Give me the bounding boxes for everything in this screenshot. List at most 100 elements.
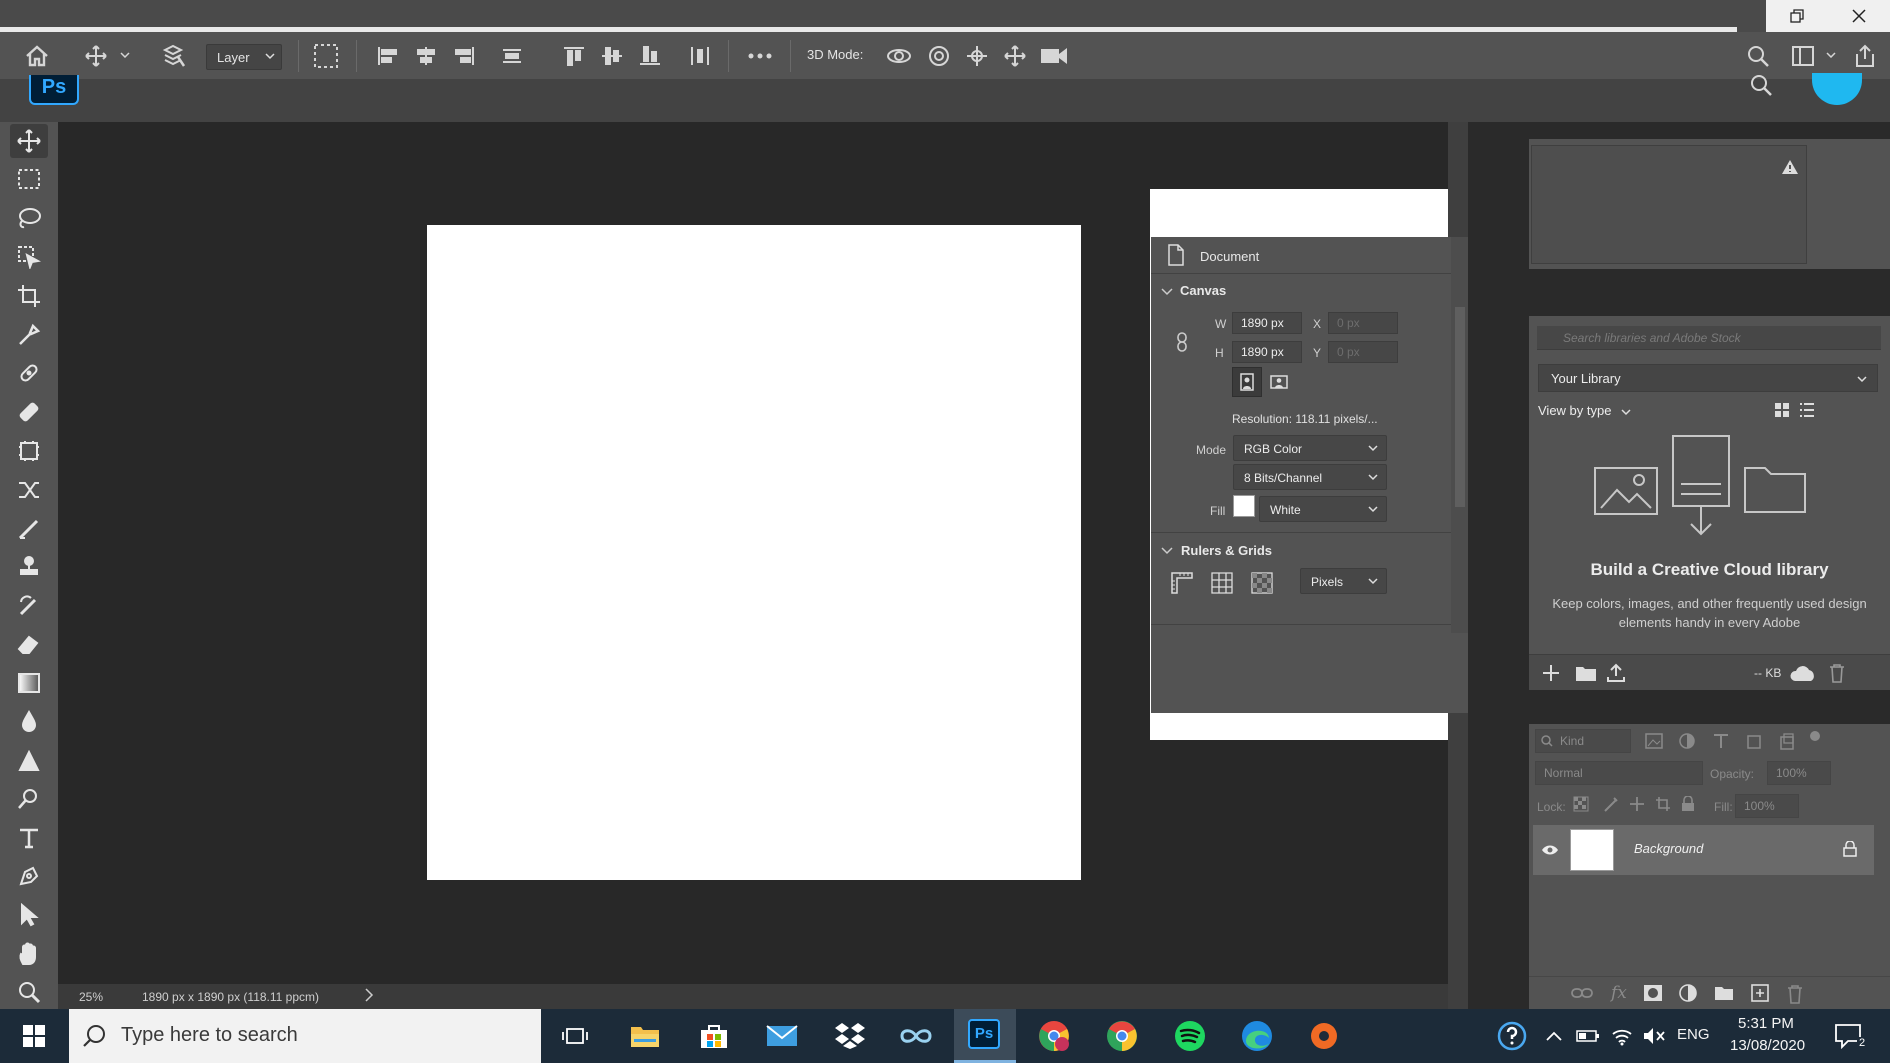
fill-color-swatch[interactable] [1233, 495, 1255, 517]
zoom-level[interactable]: 25% [79, 990, 103, 1004]
chrome-profile-icon[interactable] [1036, 1018, 1072, 1054]
lock-artboard-icon[interactable] [1655, 796, 1671, 812]
clock-date[interactable]: 13/08/2020 [1730, 1037, 1805, 1054]
height-field[interactable]: 1890 px [1232, 341, 1302, 363]
crop-icon[interactable] [10, 279, 48, 313]
roll-3d-icon[interactable] [924, 42, 954, 70]
lock-all-icon[interactable] [1681, 796, 1695, 812]
new-layer-icon[interactable] [1751, 984, 1769, 1002]
move-tool-icon[interactable] [82, 42, 110, 70]
align-center-h-icon[interactable] [412, 42, 440, 70]
adjustment-layer-icon[interactable] [1679, 984, 1697, 1002]
width-field[interactable]: 1890 px [1232, 312, 1302, 334]
microsoft-store-icon[interactable] [696, 1018, 732, 1054]
distribute-vertical-icon[interactable] [498, 42, 526, 70]
distribute-horizontal-icon[interactable] [686, 42, 714, 70]
windows-start-icon[interactable] [16, 1018, 52, 1054]
transform-controls-icon[interactable] [310, 41, 342, 71]
new-group-icon[interactable] [1714, 984, 1734, 1002]
filter-shape-icon[interactable] [1745, 733, 1763, 751]
clock-time[interactable]: 5:31 PM [1738, 1015, 1794, 1032]
path-selection-icon[interactable] [10, 898, 48, 932]
help-icon[interactable] [1494, 1018, 1530, 1054]
task-view-icon[interactable] [557, 1018, 593, 1054]
layer-name[interactable]: Background [1634, 841, 1703, 856]
fill-dropdown[interactable]: White [1259, 496, 1387, 522]
lock-position-icon[interactable] [1629, 796, 1645, 812]
orange-app-icon[interactable] [1306, 1018, 1342, 1054]
filter-pixel-icon[interactable] [1645, 733, 1663, 749]
gradient-icon[interactable] [10, 666, 48, 700]
mail-icon[interactable] [764, 1018, 800, 1054]
type-icon[interactable] [10, 821, 48, 855]
properties-scrollbar[interactable] [1451, 237, 1469, 633]
filter-toggle-icon[interactable] [1809, 730, 1821, 742]
chrome-icon[interactable] [1104, 1018, 1140, 1054]
object-selection-icon[interactable] [10, 240, 48, 274]
align-bottom-icon[interactable] [636, 42, 664, 70]
grid-icon[interactable] [1211, 572, 1233, 594]
eraser-icon[interactable] [10, 512, 48, 546]
lock-transparent-icon[interactable] [1573, 796, 1589, 812]
lock-image-icon[interactable] [1603, 796, 1619, 812]
restore-button[interactable] [1766, 0, 1828, 32]
avatar[interactable] [1812, 73, 1862, 105]
delete-layer-icon[interactable] [1787, 984, 1803, 1004]
color-mode-dropdown[interactable]: RGB Color [1233, 435, 1387, 461]
move-tool-icon[interactable] [10, 124, 48, 158]
taskbar-search-input[interactable]: Type here to search [69, 1009, 541, 1063]
rulers-grids-section-header[interactable]: Rulers & Grids [1181, 543, 1272, 558]
pen-icon[interactable] [10, 859, 48, 893]
search-icon[interactable] [1746, 73, 1776, 99]
layer-mask-icon[interactable] [1643, 984, 1663, 1002]
blend-mode-dropdown[interactable]: Normal [1535, 761, 1703, 785]
infinity-app-icon[interactable] [898, 1018, 934, 1054]
grid-view-icon[interactable] [1774, 402, 1790, 418]
warning-icon[interactable] [1781, 159, 1799, 175]
file-explorer-icon[interactable] [627, 1018, 663, 1054]
scroll-thumb[interactable] [1455, 307, 1465, 507]
zoom-icon[interactable] [10, 975, 48, 1009]
chevron-down-icon[interactable] [1621, 408, 1631, 416]
orbit-3d-icon[interactable] [884, 42, 914, 70]
canvas-section-header[interactable]: Canvas [1180, 283, 1226, 298]
bit-depth-dropdown[interactable]: 8 Bits/Channel [1233, 464, 1387, 490]
chevron-up-icon[interactable] [1536, 1018, 1572, 1054]
wifi-icon[interactable] [1604, 1018, 1640, 1054]
more-options-icon[interactable] [744, 42, 776, 70]
volume-muted-icon[interactable] [1636, 1018, 1672, 1054]
pan-3d-icon[interactable] [962, 42, 992, 70]
chevron-down-icon[interactable] [1161, 547, 1173, 555]
portrait-orientation-button[interactable] [1232, 367, 1262, 397]
chevron-down-icon[interactable] [1824, 48, 1838, 62]
fx-icon[interactable]: fx [1611, 983, 1627, 1003]
clone-stamp-icon[interactable] [10, 434, 48, 468]
spotify-icon[interactable] [1172, 1018, 1208, 1054]
align-left-icon[interactable] [374, 42, 402, 70]
art-history-brush-icon[interactable] [10, 589, 48, 623]
rectangular-marquee-icon[interactable] [10, 162, 48, 196]
list-view-icon[interactable] [1799, 402, 1815, 418]
brush-icon[interactable] [10, 395, 48, 429]
eraser-tool-icon[interactable] [10, 627, 48, 661]
transparency-grid-icon[interactable] [1251, 572, 1273, 594]
chevron-down-icon[interactable] [1161, 288, 1173, 296]
slide-3d-icon[interactable] [1000, 42, 1030, 70]
align-right-icon[interactable] [450, 42, 478, 70]
library-select[interactable]: Your Library [1538, 364, 1878, 392]
eye-icon[interactable] [1541, 844, 1559, 856]
sharpen-icon[interactable] [10, 744, 48, 778]
align-top-icon[interactable] [560, 42, 588, 70]
upload-icon[interactable] [1606, 663, 1626, 683]
dodge-icon[interactable] [10, 782, 48, 816]
home-icon[interactable] [22, 42, 52, 70]
document-canvas[interactable] [427, 225, 1081, 880]
stamp-icon[interactable] [10, 550, 48, 584]
blur-icon[interactable] [10, 705, 48, 739]
ruler-units-dropdown[interactable]: Pixels [1300, 568, 1387, 594]
video-camera-icon[interactable] [1038, 42, 1070, 70]
battery-icon[interactable] [1570, 1018, 1606, 1054]
link-layers-icon[interactable] [1571, 986, 1593, 1000]
hand-icon[interactable] [10, 937, 48, 971]
link-dimensions-icon[interactable] [1175, 331, 1189, 353]
